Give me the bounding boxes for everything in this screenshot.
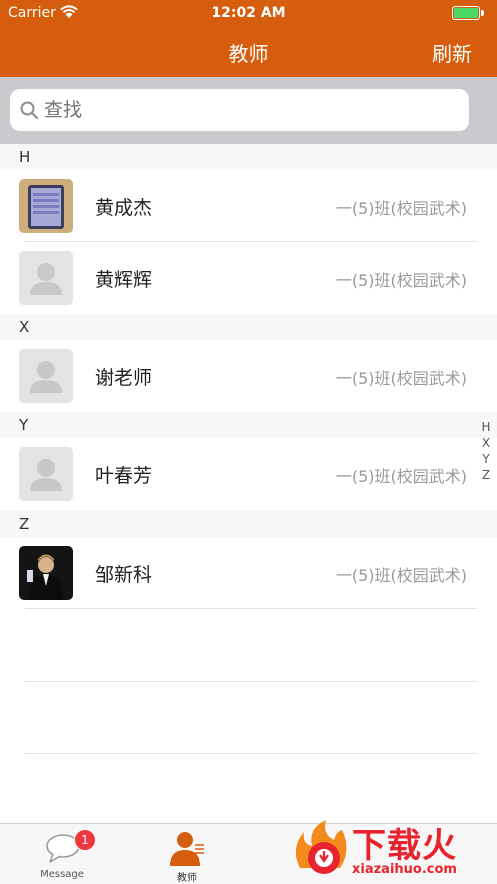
search-bar [0, 77, 497, 144]
section-header-x: X [0, 314, 497, 340]
teacher-row[interactable]: 黄成杰 一(5)班(校园武术) [0, 170, 497, 242]
default-avatar-icon [19, 349, 73, 403]
teacher-name: 叶春芳 [95, 465, 153, 487]
section-letter: H [19, 148, 31, 166]
teacher-row[interactable]: 邹新科 一(5)班(校园武术) [0, 537, 497, 609]
divider [25, 608, 477, 609]
section-index[interactable]: H X Y Z [480, 419, 492, 483]
teacher-class: 一(5)班(校园武术) [335, 467, 467, 486]
section-letter: Z [19, 515, 30, 533]
teacher-row[interactable]: 谢老师 一(5)班(校园武术) [0, 340, 497, 412]
search-box[interactable] [10, 89, 469, 131]
index-letter[interactable]: X [480, 435, 492, 451]
watermark-url: xiazaihuo.com [352, 862, 457, 877]
refresh-button[interactable]: 刷新 [432, 38, 472, 67]
index-letter[interactable]: H [480, 419, 492, 435]
search-input[interactable] [44, 89, 444, 131]
divider [25, 681, 477, 682]
teacher-row[interactable]: 黄辉辉 一(5)班(校园武术) [0, 242, 497, 314]
tab-label: 教师 [177, 873, 197, 884]
teacher-icon [170, 832, 204, 866]
section-header-h: H [0, 144, 497, 170]
teacher-name: 谢老师 [95, 367, 153, 389]
divider [25, 753, 477, 754]
search-icon [20, 101, 38, 119]
status-bar: Carrier 12:02 AM [0, 0, 497, 26]
teacher-class: 一(5)班(校园武术) [335, 369, 467, 388]
section-header-z: Z [0, 511, 497, 537]
section-letter: Y [19, 416, 29, 434]
teacher-class: 一(5)班(校园武术) [335, 199, 467, 218]
flame-logo-icon [295, 820, 347, 874]
teacher-class: 一(5)班(校园武术) [335, 271, 467, 290]
avatar-photo [19, 546, 73, 600]
index-letter[interactable]: Y [480, 451, 492, 467]
teacher-name: 黄成杰 [95, 197, 153, 219]
tab-teacher[interactable]: 教师 [147, 824, 227, 884]
tab-message[interactable]: 1 Message [22, 824, 102, 884]
index-letter[interactable]: Z [480, 467, 492, 483]
default-avatar-icon [19, 251, 73, 305]
teacher-name: 黄辉辉 [95, 269, 153, 291]
tab-label: Message [40, 869, 84, 880]
default-avatar-icon [19, 447, 73, 501]
avatar-photo [19, 179, 73, 233]
watermark-text: 下载火 [352, 826, 457, 866]
section-letter: X [19, 318, 30, 336]
battery-icon [452, 6, 484, 20]
clock: 12:02 AM [211, 5, 286, 21]
watermark: 下载火 xiazaihuo.com [290, 816, 497, 883]
section-header-y: Y [0, 412, 497, 438]
nav-header: Carrier 12:02 AM 教师 刷新 [0, 0, 497, 77]
teacher-name: 邹新科 [95, 564, 153, 586]
page-title: 教师 [228, 42, 269, 66]
teacher-row[interactable]: 叶春芳 一(5)班(校园武术) [0, 438, 497, 510]
unread-badge: 1 [74, 829, 96, 851]
teacher-class: 一(5)班(校园武术) [335, 566, 467, 585]
